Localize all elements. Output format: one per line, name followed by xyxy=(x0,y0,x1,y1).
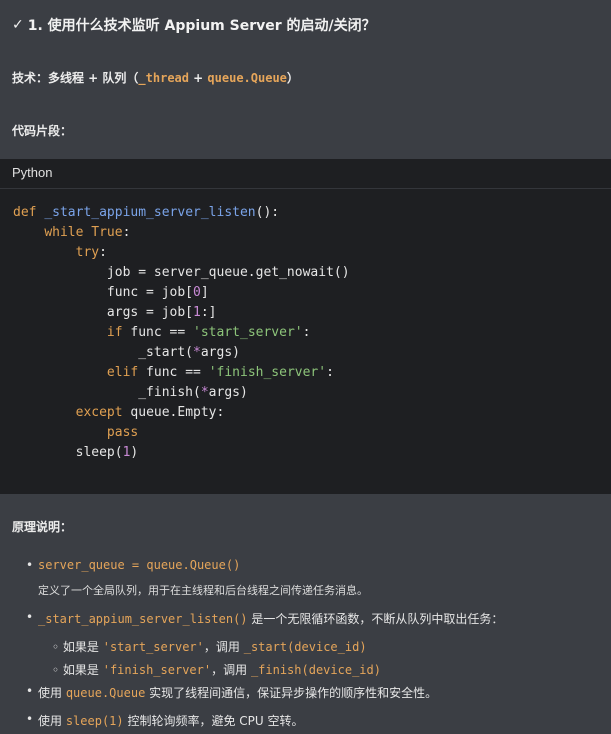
code-token: pass xyxy=(106,425,139,440)
sub-bullet-1: ◦ 如果是 'start_server'，调用 _start(device_id… xyxy=(52,638,367,655)
bullet-2-code: _start_appium_server_listen() xyxy=(38,612,248,626)
code-token: except xyxy=(75,405,123,420)
bullet-dot: • xyxy=(26,684,34,698)
code-token: def xyxy=(13,205,37,220)
sub-1-call: _start(device_id) xyxy=(243,640,367,654)
tech-prefix: 技术：多线程 + 队列（ xyxy=(12,71,139,85)
sub-1-code: 'start_server' xyxy=(102,640,204,654)
snippet-label: 代码片段： xyxy=(12,124,73,138)
code-language-label: Python xyxy=(0,159,611,189)
code-token: * xyxy=(193,345,201,360)
code-token: 1 xyxy=(193,305,201,320)
sub-1-mid: ，调用 xyxy=(203,640,244,654)
tech-line: 技术：多线程 + 队列（_thread + queue.Queue） xyxy=(12,69,299,86)
code-token: try xyxy=(75,245,100,260)
bullet-1: • server_queue = queue.Queue() xyxy=(26,558,241,572)
check-icon: ✓ xyxy=(12,17,24,33)
sub-dot: ◦ xyxy=(52,640,60,654)
tech-plus: + xyxy=(189,71,208,85)
bullet-3-text: 实现了线程间通信，保证异步操作的顺序性和安全性。 xyxy=(145,686,438,700)
bullet-3-code: queue.Queue xyxy=(65,686,146,700)
sub-2-prefix: 如果是 xyxy=(62,663,103,677)
bullet-dot: • xyxy=(26,558,34,572)
bullet-4-prefix: 使用 xyxy=(38,714,66,728)
code-token: 0 xyxy=(193,285,201,300)
bullet-dot: • xyxy=(26,610,34,624)
heading-title: 1. 使用什么技术监听 Appium Server 的启动/关闭？ xyxy=(27,18,376,34)
principle-label: 原理说明： xyxy=(12,520,73,534)
sub-2-code: 'finish_server' xyxy=(102,663,212,677)
code-block[interactable]: Python def _start_appium_server_listen()… xyxy=(0,159,611,494)
bullet-1-code: server_queue = queue.Queue() xyxy=(38,558,241,572)
bullet-4: • 使用 sleep(1) 控制轮询频率，避免 CPU 空转。 xyxy=(26,712,304,729)
sub-1-prefix: 如果是 xyxy=(62,640,103,654)
bullet-3: • 使用 queue.Queue 实现了线程间通信，保证异步操作的顺序性和安全性… xyxy=(26,684,438,701)
sub-2-mid: ，调用 xyxy=(211,663,251,677)
tech-suffix: ） xyxy=(286,71,299,85)
section-heading: ✓ 1. 使用什么技术监听 Appium Server 的启动/关闭？ xyxy=(12,15,376,35)
tech-thread: _thread xyxy=(138,71,189,85)
code-token: * xyxy=(200,385,209,400)
sub-2-call: _finish(device_id) xyxy=(250,663,381,677)
code-token: elif xyxy=(106,365,139,380)
code-token: if xyxy=(106,325,123,340)
bullet-dot: • xyxy=(26,712,34,726)
code-token: 'start_server' xyxy=(193,325,303,340)
bullet-4-text: 控制轮询频率，避免 CPU 空转。 xyxy=(123,714,304,728)
bullet-2-text: 是一个无限循环函数，不断从队列中取出任务： xyxy=(247,612,504,626)
code-body[interactable]: def _start_appium_server_listen(): while… xyxy=(13,203,350,463)
tech-queue: queue.Queue xyxy=(207,71,287,85)
sub-bullet-2: ◦ 如果是 'finish_server'，调用 _finish(device_… xyxy=(52,661,381,678)
sub-dot: ◦ xyxy=(52,663,60,677)
bullet-3-prefix: 使用 xyxy=(38,686,66,700)
code-token: _start_appium_server_listen xyxy=(44,205,256,220)
code-token: 'finish_server' xyxy=(208,365,327,380)
bullet-2: • _start_appium_server_listen() 是一个无限循环函… xyxy=(26,610,504,627)
code-token: 1 xyxy=(122,445,131,460)
bullet-1-text: 定义了一个全局队列，用于在主线程和后台线程之间传递任务消息。 xyxy=(38,584,368,597)
bullet-4-code: sleep(1) xyxy=(65,714,124,728)
code-token: True xyxy=(91,225,123,240)
code-token: while xyxy=(44,225,84,240)
